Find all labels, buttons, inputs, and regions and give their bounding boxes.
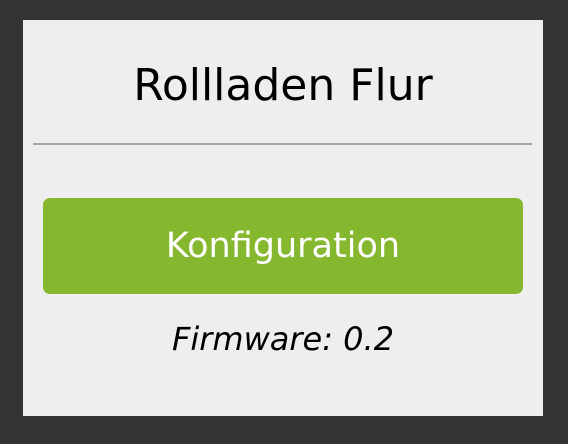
configuration-button-label: Konfiguration bbox=[165, 226, 401, 266]
configuration-button[interactable]: Konfiguration bbox=[43, 198, 523, 294]
page-title: Rollladen Flur bbox=[133, 60, 433, 111]
divider bbox=[33, 143, 532, 145]
main-panel: Rollladen Flur Konfiguration Firmware: 0… bbox=[23, 20, 543, 416]
firmware-version: Firmware: 0.2 bbox=[171, 320, 395, 358]
